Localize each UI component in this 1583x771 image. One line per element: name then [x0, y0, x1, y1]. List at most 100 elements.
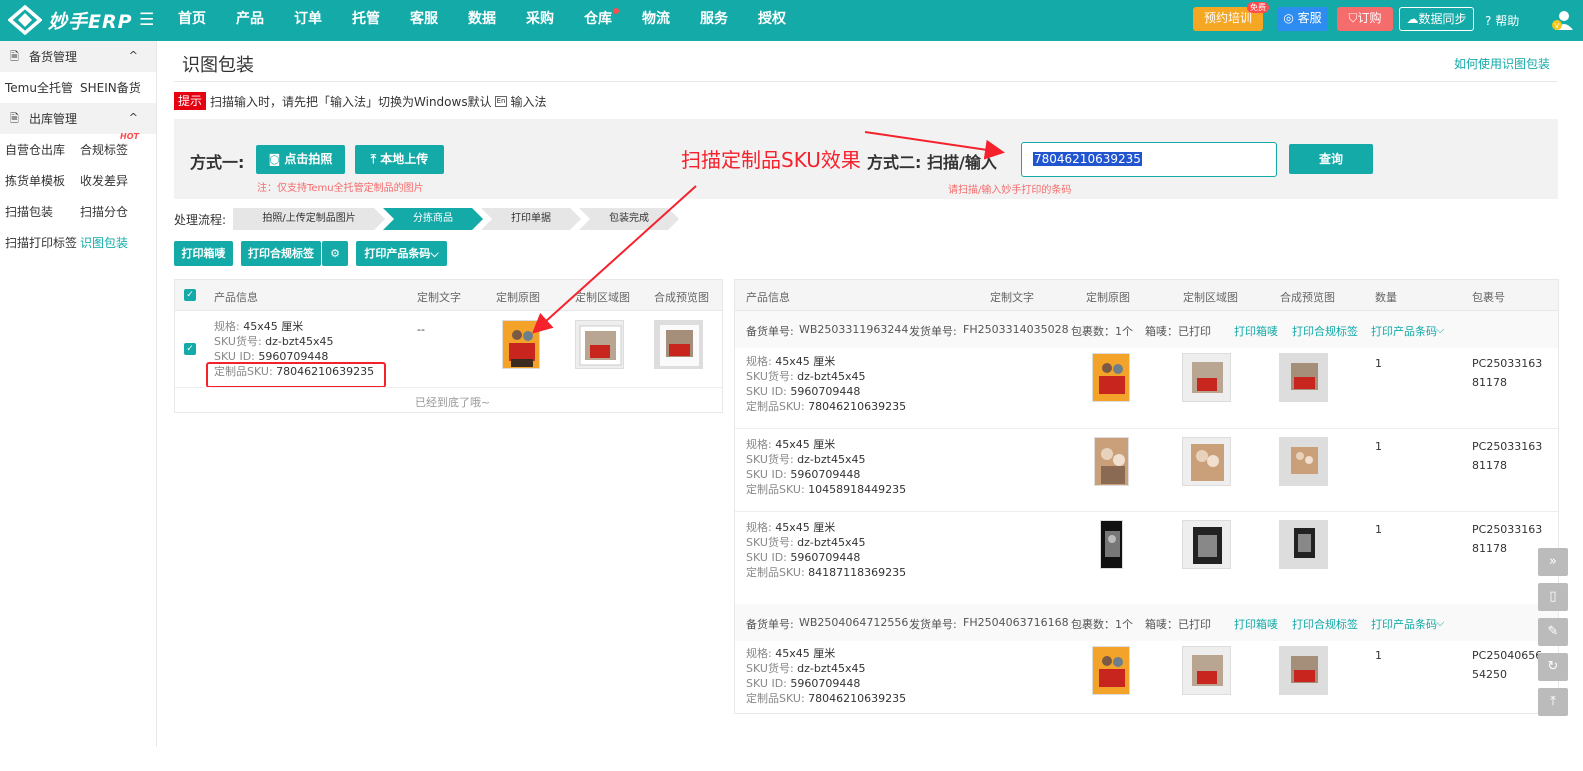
sidebar-item-pick-template[interactable]: 拣货单模板: [5, 172, 65, 189]
sidebar-item-scan-print-label[interactable]: 扫描打印标签: [5, 234, 77, 251]
print-box-mark-button[interactable]: 打印箱唛: [174, 241, 233, 266]
logo[interactable]: 妙手ERP: [8, 5, 133, 35]
nav-service[interactable]: 服务: [685, 0, 743, 41]
sidebar-item-diff[interactable]: 收发差异: [80, 172, 128, 189]
menu-toggle-icon[interactable]: ☰: [139, 10, 154, 30]
preview-image[interactable]: [1279, 646, 1328, 695]
custom-original-image[interactable]: [1100, 520, 1123, 569]
sku-no-value: dz-bzt45x45: [265, 335, 334, 348]
query-button[interactable]: 查询: [1289, 144, 1373, 174]
print-box-mark-link[interactable]: 打印箱唛: [1234, 323, 1278, 339]
page-title: 识图包装: [182, 55, 254, 76]
sidebar-item-temu[interactable]: Temu全托管: [5, 79, 73, 96]
sku-id-value: 5960709448: [790, 677, 861, 690]
custom-original-image[interactable]: [1092, 646, 1130, 695]
box-mark-status: 箱唛：已打印: [1145, 618, 1211, 631]
custom-original-image[interactable]: [1094, 437, 1129, 486]
flow-step-upload: 拍照/上传定制品图片: [233, 208, 385, 230]
tip-text: 扫描输入时，请先把「输入法」切换为Windows默认: [210, 94, 492, 109]
scan-input-value: 78046210639235: [1033, 152, 1142, 166]
package-no: PC25033163 81178: [1472, 354, 1542, 392]
mobile-icon[interactable]: ▯: [1538, 583, 1568, 611]
custom-original-image[interactable]: [502, 320, 540, 369]
how-to-use-link[interactable]: 如何使用识图包装: [1454, 55, 1550, 72]
custom-sku-key: 定制品SKU:: [746, 692, 805, 705]
nav-customer-service[interactable]: 客服: [395, 0, 453, 41]
package-count: 包裹数：1个: [1071, 618, 1133, 631]
custom-area-image[interactable]: [1182, 353, 1231, 402]
sku-no-key: SKU货号:: [746, 453, 794, 466]
sidebar-group-label: 备货管理: [29, 50, 78, 64]
product-info: 规格: 45x45 厘米 SKU货号: dz-bzt45x45 SKU ID: …: [746, 646, 906, 706]
scan-input[interactable]: 78046210639235: [1021, 142, 1277, 177]
select-all-checkbox[interactable]: ✓: [184, 289, 196, 301]
subscribe-button[interactable]: ⛉订购: [1337, 7, 1393, 31]
settings-gear-icon[interactable]: ⚙: [322, 241, 348, 266]
sidebar-item-shein[interactable]: SHEIN备货: [80, 79, 141, 96]
nav-authorize[interactable]: 授权: [743, 0, 801, 41]
nav-data[interactable]: 数据: [453, 0, 511, 41]
custom-original-image[interactable]: [1092, 353, 1130, 402]
nav-home[interactable]: 首页: [163, 0, 221, 41]
cart-icon: ⛉: [1348, 11, 1358, 25]
preview-image[interactable]: [1279, 520, 1328, 569]
sku-no-value: dz-bzt45x45: [797, 662, 866, 675]
row-checkbox[interactable]: ✓: [184, 343, 196, 355]
custom-area-image[interactable]: [575, 320, 624, 369]
custom-area-image[interactable]: [1182, 437, 1231, 486]
sidebar: 🗎 备货管理 ^ Temu全托管 SHEIN备货 🗎 出库管理 ^ 自营仓出库 …: [0, 41, 157, 747]
custom-area-image[interactable]: [1182, 520, 1231, 569]
refresh-icon[interactable]: ↻: [1538, 653, 1568, 681]
print-compliance-link[interactable]: 打印合规标签: [1292, 323, 1358, 339]
user-avatar-icon[interactable]: V: [1551, 9, 1573, 31]
local-upload-label: 本地上传: [380, 152, 429, 166]
service-label: 客服: [1297, 11, 1322, 25]
help-link[interactable]: ? 帮助: [1485, 12, 1519, 29]
nav-warehouse[interactable]: 仓库: [569, 0, 627, 41]
print-compliance-link[interactable]: 打印合规标签: [1292, 616, 1358, 632]
sidebar-item-scan-pack[interactable]: 扫描包装: [5, 203, 53, 220]
table-header: 产品信息 定制文字 定制原图 定制区域图 合成预览图 数量 包裹号: [735, 280, 1558, 311]
sidebar-item-self-warehouse[interactable]: 自营仓出库: [5, 141, 65, 158]
sidebar-row: 拣货单模板 收发差异: [0, 165, 156, 196]
quantity: 1: [1375, 523, 1382, 536]
spec-value: 45x45 厘米: [775, 521, 836, 534]
sidebar-group-stock[interactable]: 🗎 备货管理 ^: [0, 41, 156, 72]
expand-icon[interactable]: »: [1538, 548, 1568, 576]
nav-order[interactable]: 订单: [279, 0, 337, 41]
sidebar-row: 自营仓出库 合规标签 HOT: [0, 132, 156, 165]
sidebar-item-image-pack[interactable]: 识图包装: [80, 234, 128, 251]
scan-panel: 方式一: ◙ 点击拍照 ⤒ 本地上传 注：仅支持Temu全托管定制品的图片 扫描…: [174, 119, 1558, 199]
custom-area-image[interactable]: [1182, 646, 1231, 695]
print-box-mark-link[interactable]: 打印箱唛: [1234, 616, 1278, 632]
nav-logistics[interactable]: 物流: [627, 0, 685, 41]
edit-icon[interactable]: ✎: [1538, 618, 1568, 646]
col-custom-text: 定制文字: [417, 291, 461, 304]
print-compliance-label-button[interactable]: 打印合规标签: [241, 241, 321, 266]
nav-purchase[interactable]: 采购: [511, 0, 569, 41]
spec-value: 45x45 厘米: [243, 320, 304, 333]
print-barcode-button[interactable]: 打印产品条码⌵: [356, 241, 447, 266]
floating-toolbar: » ▯ ✎ ↻ ⤒: [1538, 548, 1568, 723]
preview-image[interactable]: [1279, 353, 1328, 402]
sku-id-key: SKU ID:: [746, 551, 787, 564]
print-barcode-link[interactable]: 打印产品条码: [1371, 323, 1437, 339]
sidebar-item-compliance-label[interactable]: 合规标签: [80, 141, 128, 158]
data-sync-button[interactable]: ☁数据同步: [1399, 7, 1474, 31]
chevron-down-icon[interactable]: ⌵: [1436, 616, 1444, 630]
preview-image[interactable]: [654, 320, 703, 369]
take-photo-button[interactable]: ◙ 点击拍照: [256, 145, 345, 174]
service-button[interactable]: ◎ 客服: [1277, 7, 1328, 31]
svg-text:V: V: [1555, 22, 1560, 30]
nav-product[interactable]: 产品: [221, 0, 279, 41]
local-upload-button[interactable]: ⤒ 本地上传: [355, 145, 444, 174]
sidebar-group-outbound[interactable]: 🗎 出库管理 ^: [0, 103, 156, 134]
chevron-down-icon[interactable]: ⌵: [1436, 323, 1444, 337]
sidebar-item-scan-split[interactable]: 扫描分仓: [80, 203, 128, 220]
preview-image[interactable]: [1279, 437, 1328, 486]
method-two-label: 方式二: 扫描/输入: [867, 153, 997, 172]
print-barcode-link[interactable]: 打印产品条码: [1371, 616, 1437, 632]
back-to-top-icon[interactable]: ⤒: [1538, 688, 1568, 716]
book-training-button[interactable]: 预约培训 免费: [1193, 2, 1269, 31]
nav-hosting[interactable]: 托管: [337, 0, 395, 41]
